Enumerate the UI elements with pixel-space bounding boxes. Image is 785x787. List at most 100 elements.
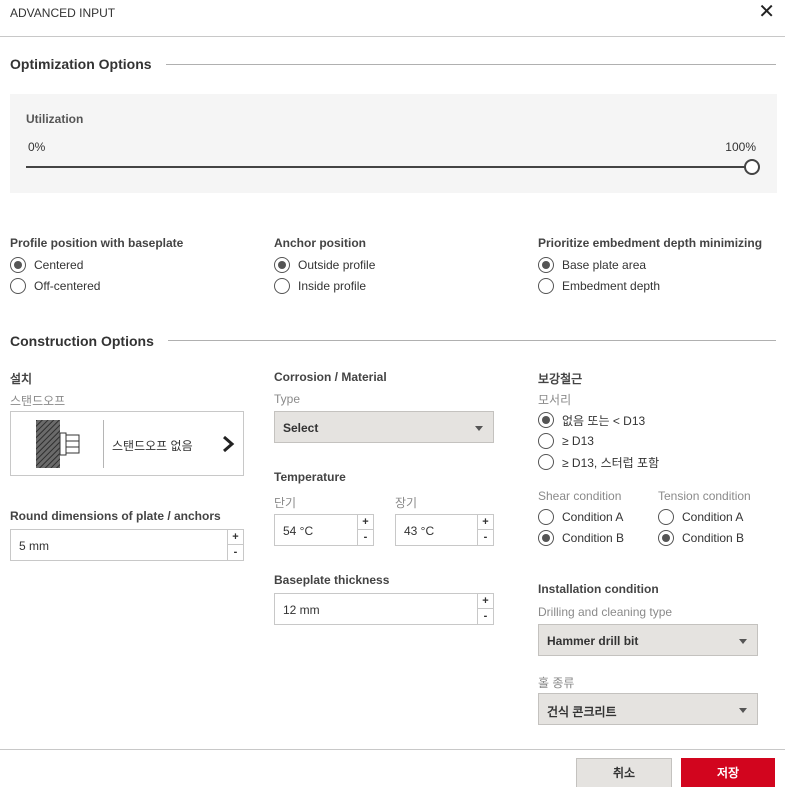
section-divider [166,64,776,65]
temperature-title: Temperature [274,470,346,484]
select-value: Select [283,421,319,435]
chevron-right-icon [223,435,235,453]
decrement-button[interactable]: - [358,530,373,545]
radio-centered[interactable]: Centered [10,256,83,274]
radio-tension-condition-a[interactable]: Condition A [658,508,743,526]
reinforcement-title: 보강철근 [538,372,583,386]
standoff-selector[interactable]: 스탠드오프 없음 [10,411,244,476]
drilling-type-label: Drilling and cleaning type [538,605,673,619]
select-value: 건식 콘크리트 [547,705,617,719]
radio-label: Off-centered [34,279,101,293]
decrement-button[interactable]: - [478,609,493,624]
radio-indicator [538,509,554,525]
dialog-title: ADVANCED INPUT [10,6,116,20]
round-dimensions-title: Round dimensions of plate / anchors [10,509,221,523]
increment-button[interactable]: + [358,515,373,530]
section-divider [168,340,776,341]
radio-indicator [10,257,26,273]
radio-edge-d13-stirrup[interactable]: ≥ D13, 스터럽 포함 [538,453,659,471]
utilization-max-label: 100% [725,140,756,154]
stepper: + - [227,530,243,560]
prioritize-title: Prioritize embedment depth minimizing [538,236,763,250]
cancel-button[interactable]: 취소 [576,758,672,787]
hole-type-select[interactable]: 건식 콘크리트 [538,693,758,725]
radio-indicator [658,509,674,525]
decrement-button[interactable]: - [228,545,243,560]
utilization-slider-thumb[interactable] [744,159,760,175]
radio-edge-none[interactable]: 없음 또는 < D13 [538,411,645,429]
profile-position-title: Profile position with baseplate [10,236,184,250]
tension-condition-label: Tension condition [658,489,751,503]
radio-indicator [538,454,554,470]
radio-off-centered[interactable]: Off-centered [10,277,100,295]
radio-shear-condition-a[interactable]: Condition A [538,508,623,526]
radio-indicator [10,278,26,294]
dialog-header: ADVANCED INPUT ✕ [0,0,785,37]
radio-outside-profile[interactable]: Outside profile [274,256,375,274]
radio-label: Outside profile [298,258,376,272]
radio-label: Embedment depth [562,279,661,293]
hole-type-label: 홀 종류 [538,676,575,690]
chevron-down-icon [475,426,483,431]
increment-button[interactable]: + [228,530,243,545]
footer-divider [0,749,785,750]
shear-condition-label: Shear condition [538,489,622,503]
radio-indicator [538,278,554,294]
round-dimensions-input[interactable]: 5 mm + - [10,529,244,561]
radio-label: Base plate area [562,258,647,272]
radio-label: ≥ D13, 스터럽 포함 [562,455,660,470]
radio-embedment-depth[interactable]: Embedment depth [538,277,660,295]
corrosion-title: Corrosion / Material [274,370,387,384]
long-term-temp-input[interactable]: 43 °C + - [395,514,494,546]
increment-button[interactable]: + [478,515,493,530]
radio-indicator [274,278,290,294]
utilization-panel: Utilization 0% 100% [10,94,777,193]
radio-label: Centered [34,258,84,272]
close-icon[interactable]: ✕ [758,2,775,22]
utilization-min-label: 0% [28,140,46,154]
radio-indicator [538,257,554,273]
radio-edge-d13[interactable]: ≥ D13 [538,432,594,450]
radio-base-plate-area[interactable]: Base plate area [538,256,646,274]
chevron-down-icon [739,639,747,644]
stepper: + - [477,594,493,624]
optimization-section-title: Optimization Options [10,56,152,72]
decrement-button[interactable]: - [478,530,493,545]
standoff-value: 스탠드오프 없음 [112,439,193,453]
standoff-icon [36,420,80,468]
radio-indicator [538,433,554,449]
edge-label: 모서리 [538,393,572,407]
save-button[interactable]: 저장 [681,758,775,787]
chevron-down-icon [739,708,747,713]
utilization-slider-track[interactable] [26,166,752,168]
installation-title: 설치 [10,372,33,386]
long-term-temp-value: 43 °C [404,524,435,538]
increment-button[interactable]: + [478,594,493,609]
stepper: + - [477,515,493,545]
select-value: Hammer drill bit [547,634,639,648]
radio-inside-profile[interactable]: Inside profile [274,277,366,295]
radio-indicator [538,412,554,428]
stepper: + - [357,515,373,545]
long-term-label: 장기 [395,496,418,510]
type-label: Type [274,392,301,406]
radio-label: Condition B [682,531,745,545]
short-term-label: 단기 [274,496,297,510]
radio-tension-condition-b[interactable]: Condition B [658,529,744,547]
construction-section-title: Construction Options [10,333,154,349]
baseplate-thickness-title: Baseplate thickness [274,573,390,587]
anchor-position-title: Anchor position [274,236,366,250]
drilling-type-select[interactable]: Hammer drill bit [538,624,758,656]
radio-shear-condition-b[interactable]: Condition B [538,529,624,547]
baseplate-thickness-value: 12 mm [283,603,320,617]
utilization-label: Utilization [26,112,84,126]
baseplate-thickness-input[interactable]: 12 mm + - [274,593,494,625]
round-dimensions-value: 5 mm [19,539,49,553]
standoff-divider [103,420,104,468]
radio-label: 없음 또는 < D13 [562,413,646,428]
short-term-temp-input[interactable]: 54 °C + - [274,514,374,546]
radio-indicator [274,257,290,273]
corrosion-type-select[interactable]: Select [274,411,494,443]
radio-label: Condition A [682,510,744,524]
radio-label: ≥ D13 [562,434,594,448]
